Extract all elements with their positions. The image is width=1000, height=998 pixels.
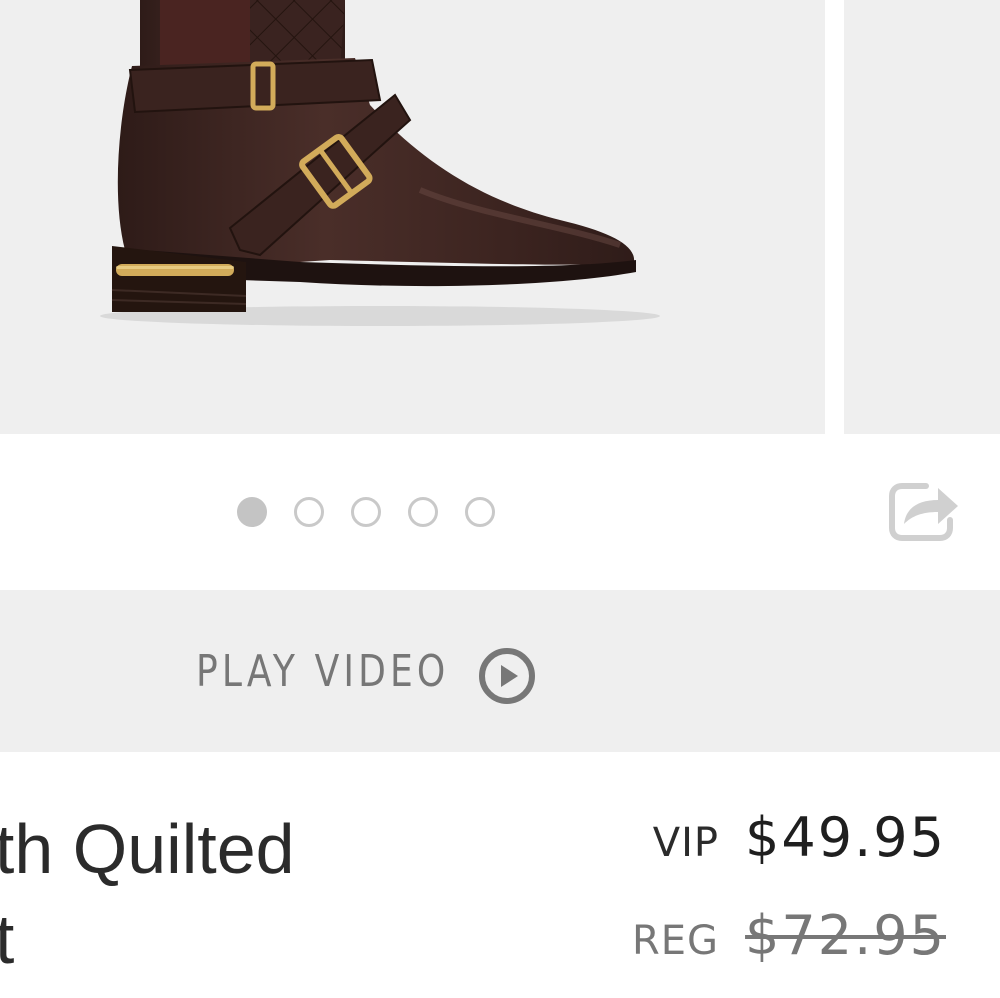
product-detail-page: PLAY VIDEO eth Quilted ot VIP $49.95 REG…: [0, 0, 1000, 998]
regular-price-row: REG $72.95: [632, 904, 946, 967]
product-image: [100, 0, 660, 326]
product-title-line-2: ot: [0, 900, 15, 978]
vip-price-row: VIP $49.95: [653, 806, 946, 869]
carousel-dot-2[interactable]: [294, 497, 324, 527]
play-circle-icon[interactable]: [478, 647, 536, 705]
product-image-carousel[interactable]: [0, 0, 1000, 434]
next-product-image-slide[interactable]: [844, 0, 1000, 434]
carousel-dot-1[interactable]: [237, 497, 267, 527]
regular-price-label: REG: [631, 918, 720, 964]
carousel-pagination: [237, 497, 495, 527]
carousel-dot-4[interactable]: [408, 497, 438, 527]
product-image-slide[interactable]: [0, 0, 825, 434]
carousel-dot-3[interactable]: [351, 497, 381, 527]
product-title-line-1: eth Quilted: [0, 810, 295, 888]
regular-price-value: $72.95: [745, 904, 946, 967]
carousel-controls: [0, 434, 1000, 590]
share-icon: [889, 483, 958, 541]
carousel-dot-5[interactable]: [465, 497, 495, 527]
product-title: eth Quilted ot: [0, 804, 376, 984]
share-button[interactable]: [886, 476, 962, 542]
vip-price-value: $49.95: [745, 806, 946, 869]
play-video-label[interactable]: PLAY VIDEO: [196, 646, 449, 697]
vip-price-label: VIP: [652, 820, 720, 866]
